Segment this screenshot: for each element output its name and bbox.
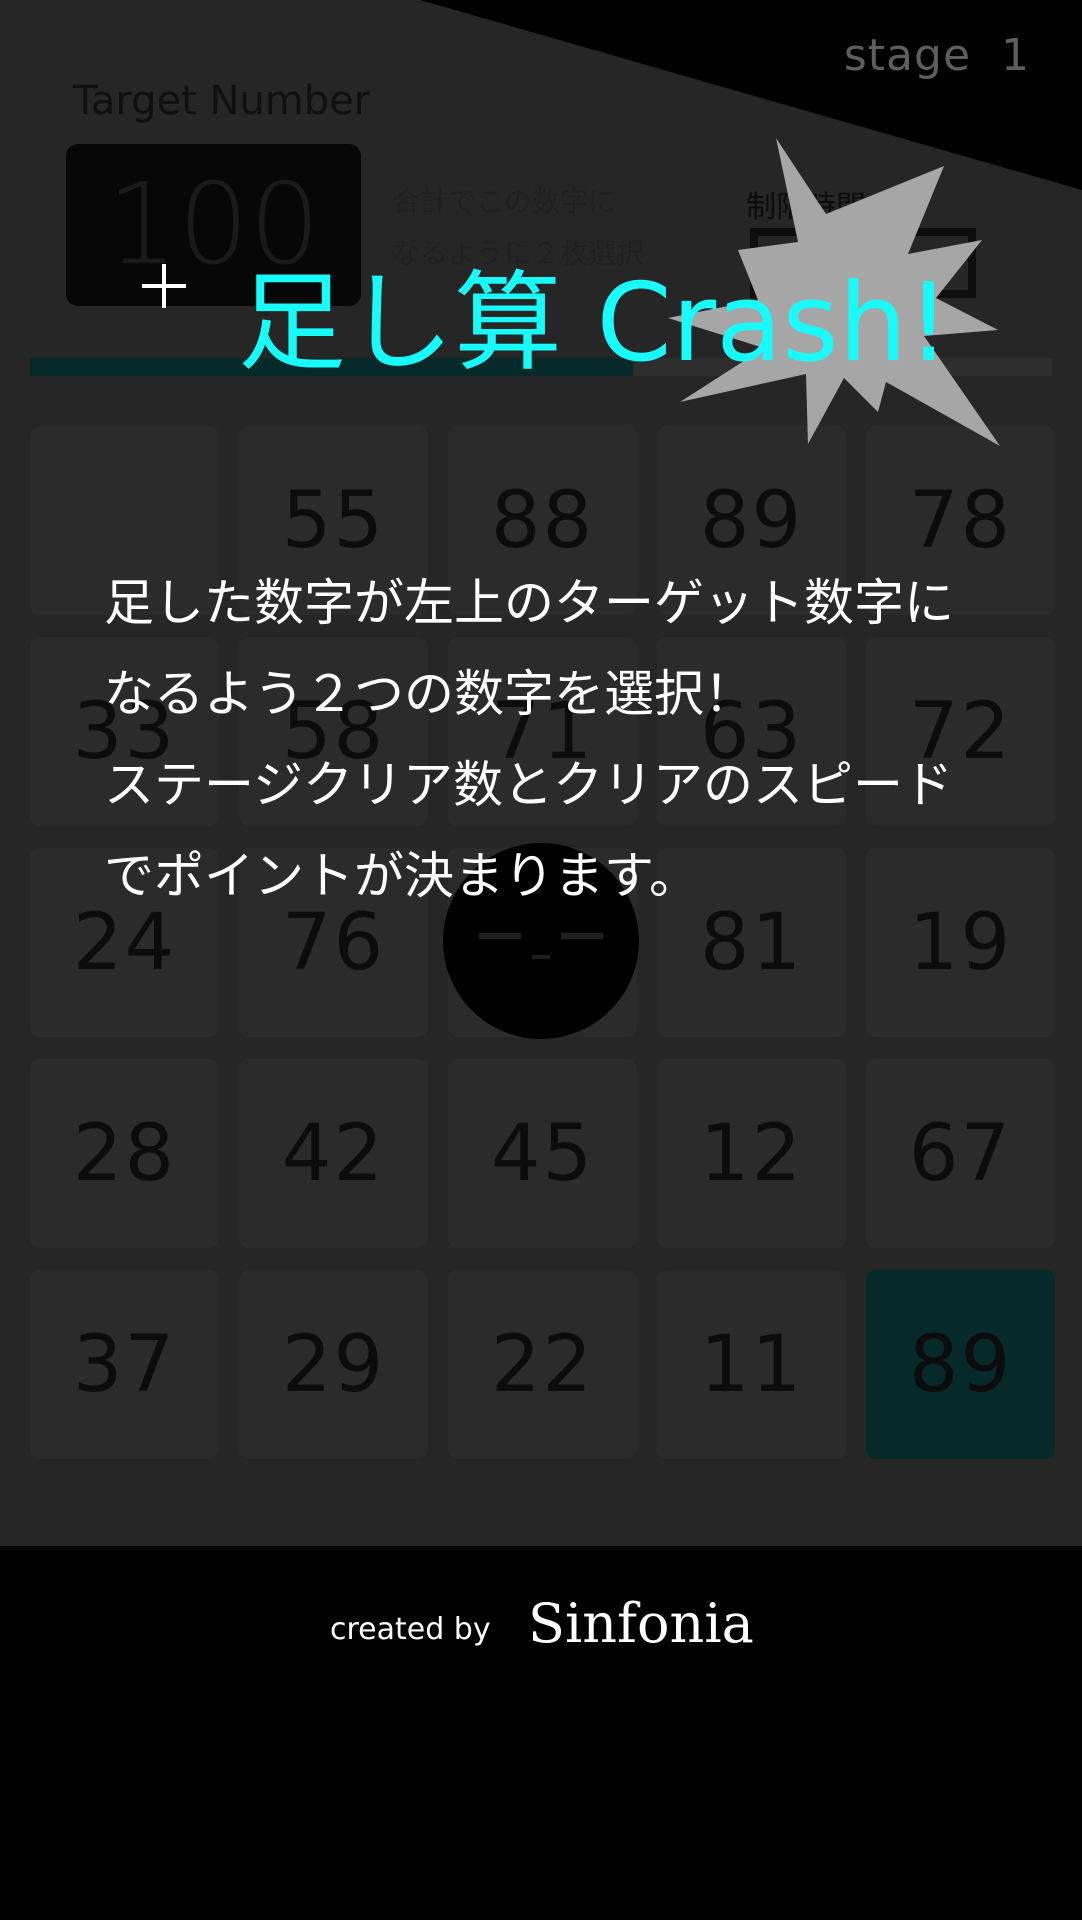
brand-logo: Sinfonia — [528, 1592, 754, 1655]
number-tile[interactable]: 12 — [657, 1059, 846, 1248]
number-tile[interactable]: 11 — [657, 1270, 846, 1459]
number-tile[interactable]: 22 — [448, 1270, 637, 1459]
plus-icon — [140, 262, 188, 310]
target-instruction-line: 合計でこの数字に — [392, 185, 617, 218]
face-left-eye — [479, 933, 521, 939]
number-tile[interactable]: 45 — [448, 1059, 637, 1248]
number-tile[interactable]: 67 — [866, 1059, 1055, 1248]
number-tile[interactable]: 29 — [239, 1270, 428, 1459]
description-line: ステージクリア数とクリアのスピード — [104, 756, 953, 814]
target-number-label: Target Number — [73, 78, 371, 124]
description-line: でポイントが決まります。 — [104, 847, 699, 905]
number-tile[interactable]: 89 — [866, 1270, 1055, 1459]
number-tile[interactable]: 42 — [239, 1059, 428, 1248]
face-right-eye — [561, 933, 603, 939]
number-tile[interactable]: 28 — [30, 1059, 219, 1248]
stage-number: 1 — [1001, 30, 1030, 81]
description-line: なるよう２つの数字を選択！ — [104, 665, 754, 723]
game-description: 足した数字が左上のターゲット数字に なるよう２つの数字を選択！ ステージクリア数… — [104, 558, 1004, 922]
stage-indicator: stage 1 — [844, 30, 1030, 81]
stage-label: stage — [843, 30, 972, 81]
game-title: 足し算 Crash! — [238, 261, 951, 386]
description-line: 足した数字が左上のターゲット数字に — [104, 574, 954, 632]
face-mouth — [532, 955, 550, 959]
number-tile[interactable]: 37 — [30, 1270, 219, 1459]
created-by-label: created by — [330, 1612, 491, 1647]
